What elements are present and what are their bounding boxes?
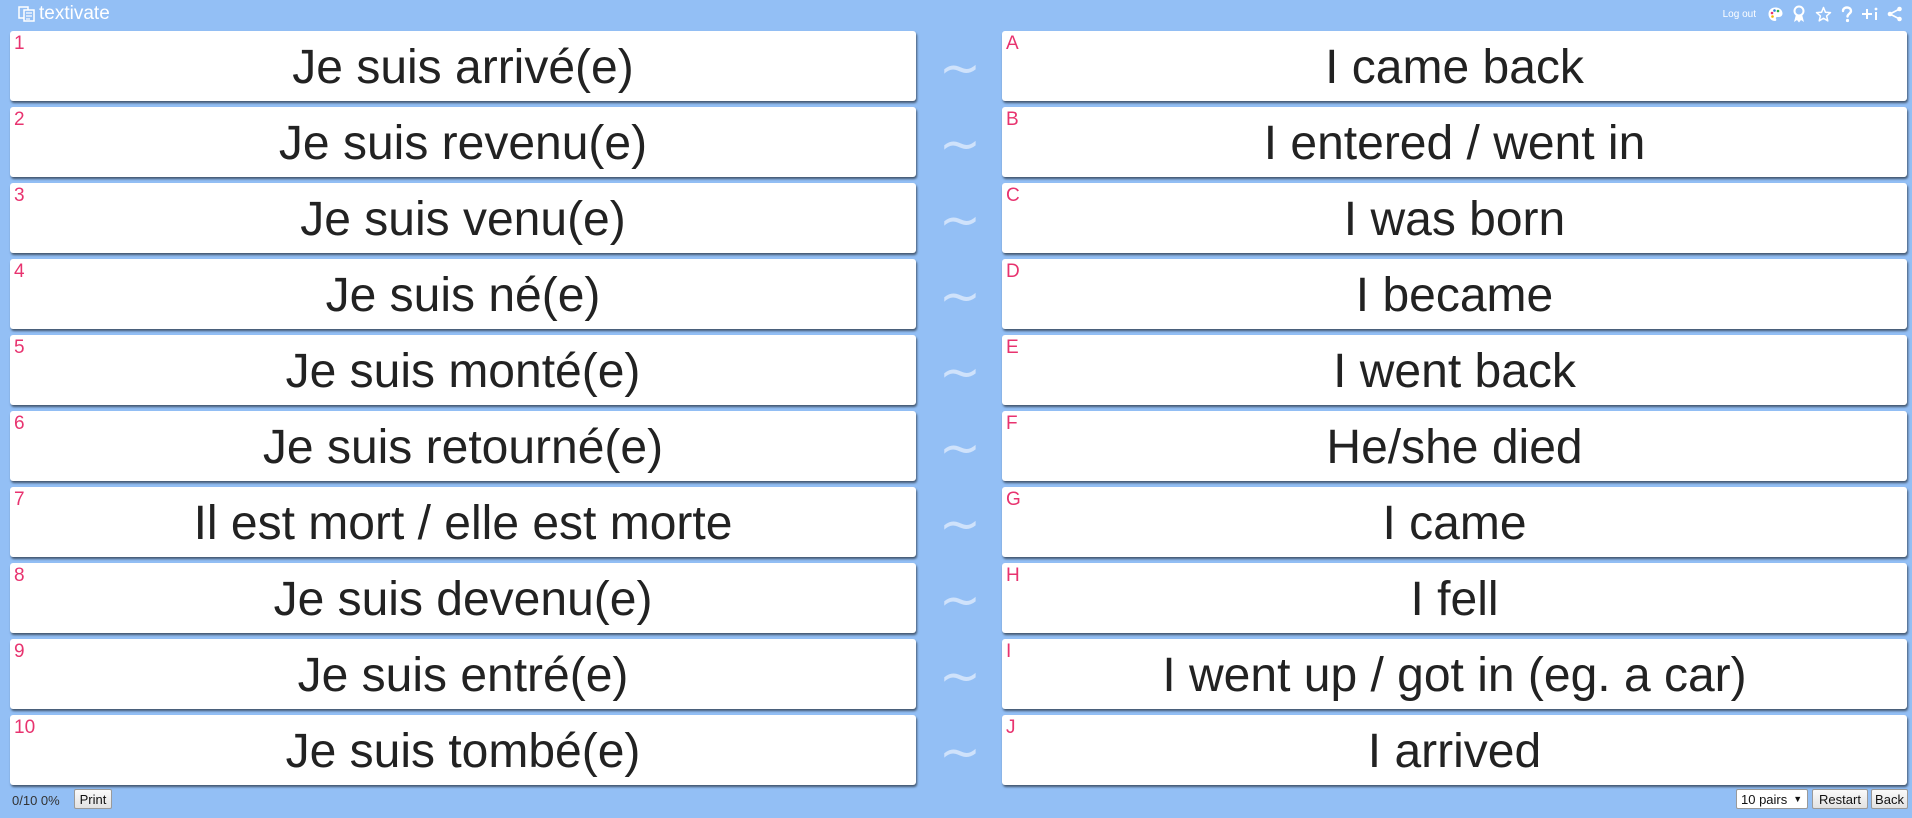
pair-separator: ~ (939, 267, 981, 325)
card-text: Je suis revenu(e) (278, 116, 648, 170)
right-card[interactable]: CI was born (1002, 183, 1907, 253)
left-card[interactable]: 8 Je suis devenu(e) (10, 563, 916, 633)
left-card[interactable]: 7 Il est mort / elle est morte (10, 487, 916, 557)
card-text: I came back (1325, 40, 1584, 94)
left-card[interactable]: 1 Je suis arrivé(e) (10, 31, 916, 101)
card-text: I entered / went in (1263, 116, 1646, 170)
card-text: Je suis retourné(e) (262, 420, 664, 474)
card-text: Je suis monté(e) (285, 344, 641, 398)
matching-board: 1 Je suis arrivé(e) A I came back ~2 Je suis … (0, 0, 1912, 818)
pair-separator: ~ (939, 343, 981, 401)
card-text: I was born (1343, 192, 1566, 246)
right-card[interactable]: GI came (1002, 487, 1907, 557)
card-text: I went up / got in (eg. a car) (1162, 648, 1747, 702)
right-card[interactable]: JI arrived (1002, 715, 1907, 785)
pair-separator: ~ (939, 191, 981, 249)
pair-separator: ~ (939, 647, 981, 705)
bottom-bar: 0/10 0% Print 10 pairs ▼ Restart Back (0, 786, 1912, 816)
right-card[interactable]: II went up / got in (eg. a car) (1002, 639, 1907, 709)
card-text: I fell (1410, 572, 1499, 626)
left-card[interactable]: 9 Je suis entré(e) (10, 639, 916, 709)
right-card[interactable]: HI fell (1002, 563, 1907, 633)
card-text: Je suis arrivé(e) (292, 40, 634, 94)
card-text: Je suis tombé(e) (285, 724, 641, 778)
card-text: Il est mort / elle est morte (193, 496, 733, 550)
card-text: I became (1355, 268, 1554, 322)
pair-separator: ~ (939, 723, 981, 781)
left-card[interactable]: 4 Je suis né(e) (10, 259, 916, 329)
pairs-select-value: 10 pairs (1741, 791, 1788, 807)
pairs-select[interactable]: 10 pairs ▼ (1736, 789, 1808, 809)
right-card[interactable]: AI came back (1002, 31, 1907, 101)
card-text: I came (1382, 496, 1527, 550)
card-text: Je suis né(e) (325, 268, 601, 322)
pair-separator: ~ (939, 571, 981, 629)
left-card[interactable]: 10 Je suis tombé(e) (10, 715, 916, 785)
score-display: 0/10 0% (12, 793, 60, 808)
chevron-down-icon: ▼ (1793, 794, 1803, 804)
print-button[interactable]: Print (74, 789, 112, 809)
pair-separator: ~ (939, 39, 981, 97)
right-card[interactable]: F He/she died (1002, 411, 1907, 481)
pair-separator: ~ (939, 495, 981, 553)
pair-separator: ~ (939, 419, 981, 477)
card-text: Je suis entré(e) (297, 648, 629, 702)
back-button[interactable]: Back (1871, 789, 1908, 809)
right-card[interactable]: BI entered / went in (1002, 107, 1907, 177)
right-card[interactable]: EI went back (1002, 335, 1907, 405)
card-text: Je suis venu(e) (300, 192, 626, 246)
left-card[interactable]: 3 Je suis venu(e) (10, 183, 916, 253)
pair-separator: ~ (939, 115, 981, 173)
card-text: Je suis devenu(e) (273, 572, 653, 626)
card-text: He/she died (1326, 420, 1583, 474)
left-card[interactable]: 6 Je suis retourné(e) (10, 411, 916, 481)
restart-button[interactable]: Restart (1812, 789, 1868, 809)
right-card[interactable]: DI became (1002, 259, 1907, 329)
card-text: I went back (1333, 344, 1576, 398)
left-card[interactable]: 5 Je suis monté(e) (10, 335, 916, 405)
card-text: I arrived (1367, 724, 1542, 778)
left-card[interactable]: 2 Je suis revenu(e) (10, 107, 916, 177)
